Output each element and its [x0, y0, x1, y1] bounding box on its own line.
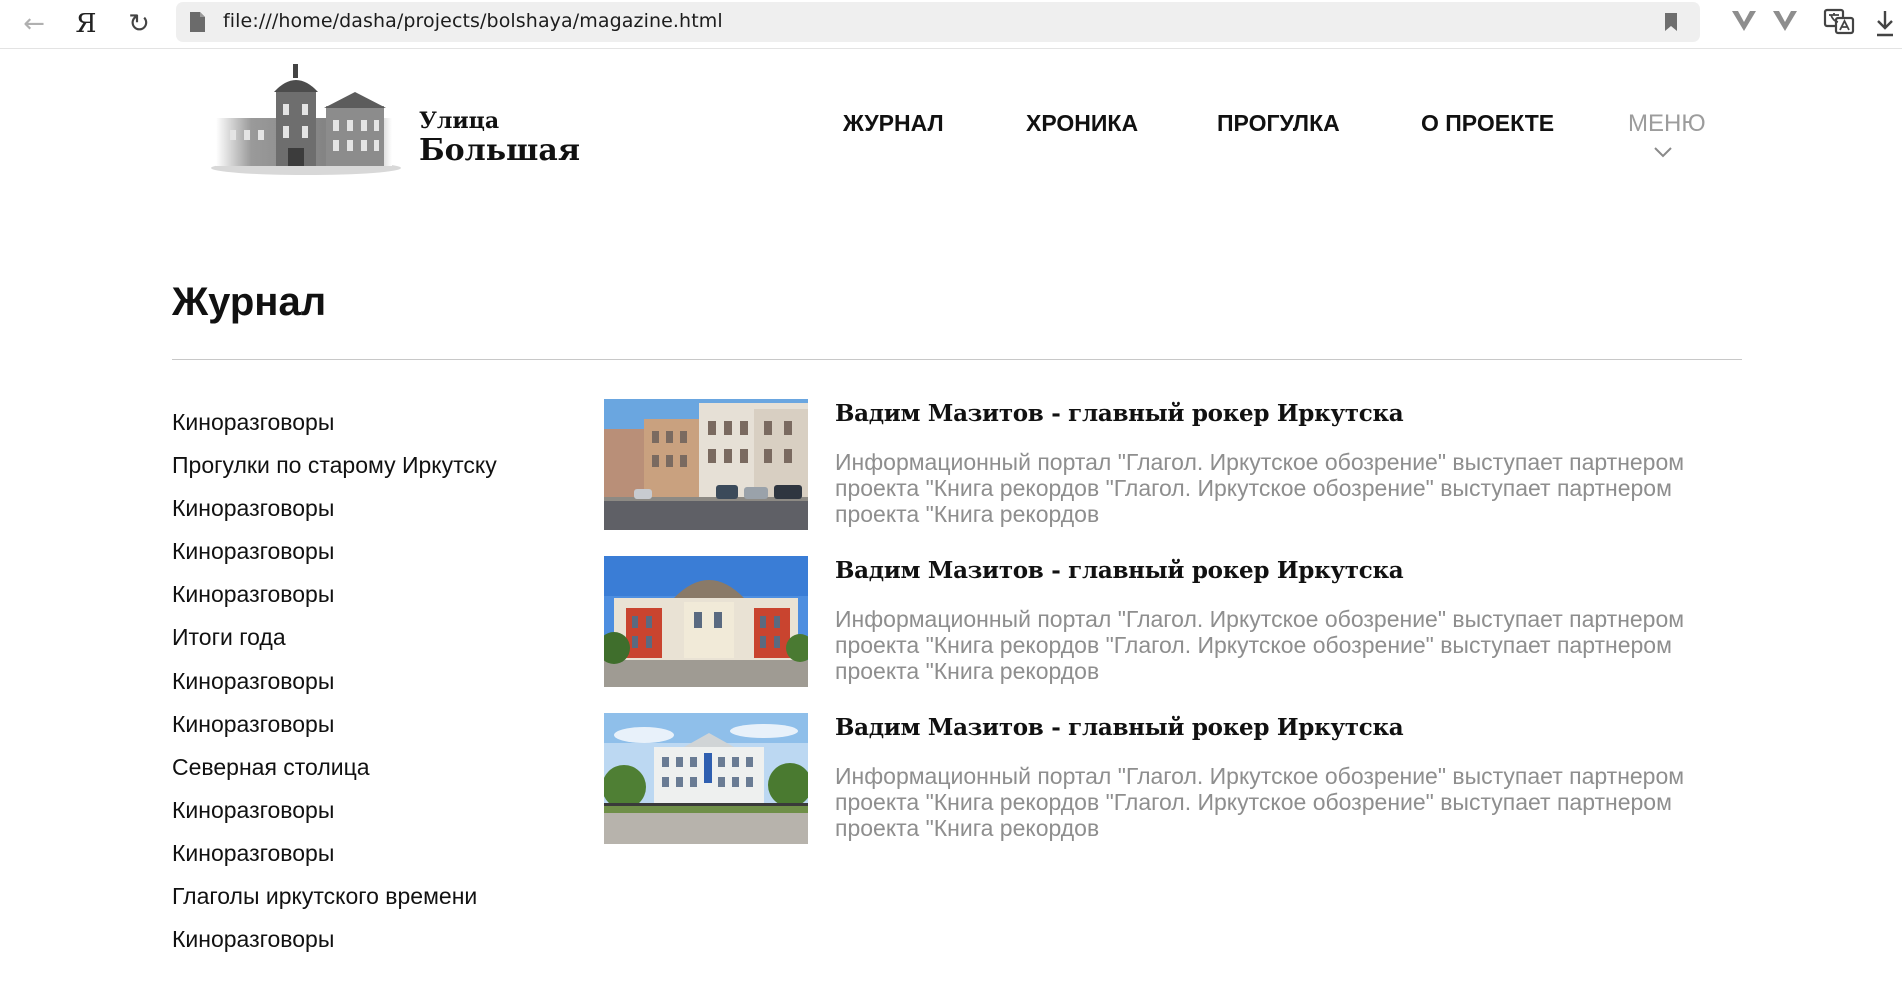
article-excerpt: Информационный портал "Глагол. Иркутское… [835, 449, 1685, 527]
article-thumbnail[interactable] [604, 713, 808, 844]
download-icon[interactable] [1875, 8, 1895, 38]
article-card: Вадим Мазитов - главный рокер Иркутска И… [604, 713, 1744, 870]
article-thumbnail[interactable] [604, 556, 808, 687]
translate-icon[interactable] [1823, 7, 1855, 37]
category-link[interactable]: Киноразговоры [172, 708, 592, 751]
reload-icon[interactable]: ↻ [121, 6, 157, 42]
article-title[interactable]: Вадим Мазитов - главный рокер Иркутска [835, 557, 1404, 584]
browser-toolbar: ← Я ↻ file:///home/dasha/projects/bolsha… [0, 0, 1902, 49]
category-link[interactable]: Итоги года [172, 621, 592, 664]
nav-link-about[interactable]: О ПРОЕКТЕ [1421, 110, 1554, 137]
category-link[interactable]: Прогулки по старому Иркутску [172, 449, 592, 492]
category-link[interactable]: Киноразговоры [172, 492, 592, 535]
category-link[interactable]: Киноразговоры [172, 665, 592, 708]
menu-button[interactable]: МЕНЮ [1628, 110, 1706, 138]
category-link[interactable]: Киноразговоры [172, 535, 592, 578]
category-link[interactable]: Глаголы иркутского времени [172, 880, 592, 923]
category-list: Киноразговоры Прогулки по старому Иркутс… [172, 406, 592, 966]
category-link[interactable]: Киноразговоры [172, 794, 592, 837]
extension-v-icon[interactable] [1772, 9, 1798, 33]
article-title[interactable]: Вадим Мазитов - главный рокер Иркутска [835, 714, 1404, 741]
nav-link-journal[interactable]: ЖУРНАЛ [843, 110, 944, 137]
category-link[interactable]: Северная столица [172, 751, 592, 794]
logo-title-line2[interactable]: Большая [419, 133, 580, 168]
chevron-down-icon[interactable] [1653, 145, 1673, 159]
article-list: Вадим Мазитов - главный рокер Иркутска И… [604, 399, 1744, 870]
page-title: Журнал [172, 280, 327, 324]
bookmark-icon[interactable] [1664, 12, 1678, 32]
article-excerpt: Информационный портал "Глагол. Иркутское… [835, 606, 1685, 684]
category-link[interactable]: Киноразговоры [172, 578, 592, 621]
nav-link-walk[interactable]: ПРОГУЛКА [1217, 110, 1340, 137]
article-thumbnail[interactable] [604, 399, 808, 530]
url-text[interactable]: file:///home/dasha/projects/bolshaya/mag… [223, 10, 723, 32]
divider [172, 359, 1742, 360]
article-excerpt: Информационный портал "Глагол. Иркутское… [835, 763, 1685, 841]
article-card: Вадим Мазитов - главный рокер Иркутска И… [604, 556, 1744, 713]
logo-title-line1[interactable]: Улица [419, 108, 499, 134]
yandex-icon[interactable]: Я [68, 6, 104, 42]
extension-v-icon[interactable] [1731, 9, 1757, 33]
category-link[interactable]: Киноразговоры [172, 406, 592, 449]
article-card: Вадим Мазитов - главный рокер Иркутска И… [604, 399, 1744, 556]
article-title[interactable]: Вадим Мазитов - главный рокер Иркутска [835, 400, 1404, 427]
back-arrow-icon[interactable]: ← [16, 6, 52, 42]
address-bar[interactable]: file:///home/dasha/projects/bolshaya/mag… [176, 2, 1700, 42]
nav-link-chronicle[interactable]: ХРОНИКА [1026, 110, 1138, 137]
page-icon [190, 12, 205, 32]
category-link[interactable]: Киноразговоры [172, 837, 592, 880]
category-link[interactable]: Киноразговоры [172, 923, 592, 966]
logo-building-image[interactable] [206, 62, 402, 178]
